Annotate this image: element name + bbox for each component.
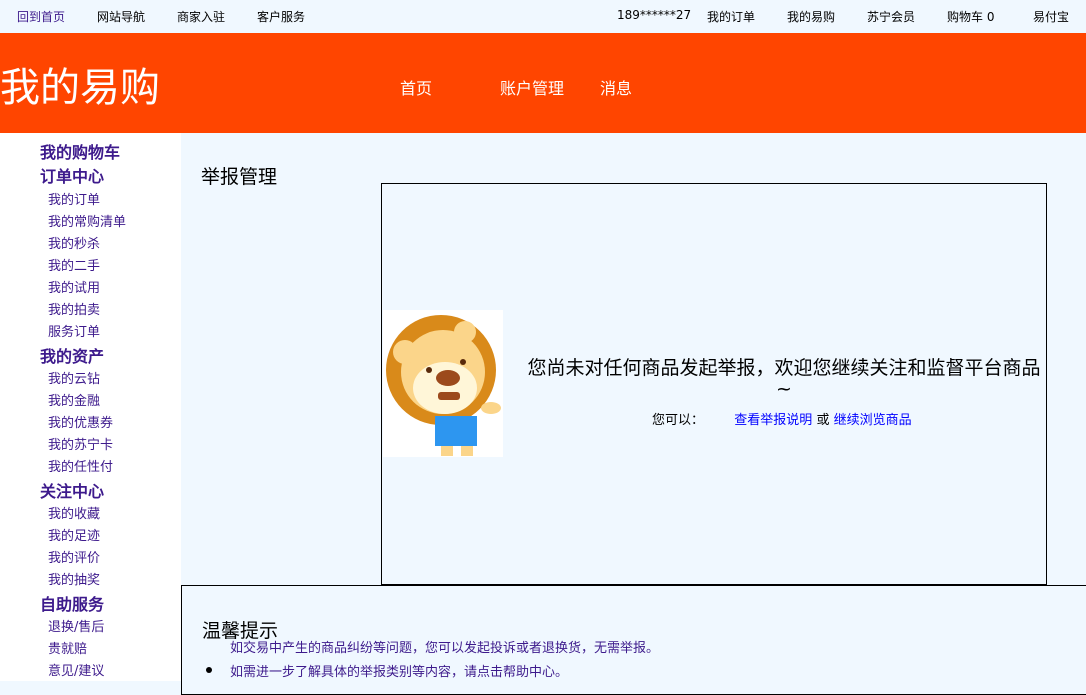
nav-messages[interactable]: 消息	[600, 75, 632, 99]
sidebar-item[interactable]: 我的优惠券	[48, 412, 113, 431]
sidebar-item[interactable]: 我的秒杀	[48, 233, 100, 252]
sidebar-item[interactable]: 我的云钻	[48, 368, 100, 387]
lion-mascot-image	[383, 310, 503, 457]
sidebar-heading[interactable]: 我的资产	[40, 343, 104, 367]
sidebar-heading[interactable]: 我的购物车	[40, 139, 120, 163]
tip-line: 如需进一步了解具体的举报类别等内容，请点击帮助中心。	[230, 665, 569, 680]
sidebar-item[interactable]: 我的任性付	[48, 456, 113, 475]
sidebar-item[interactable]: 我的拍卖	[48, 299, 100, 318]
sidebar-heading[interactable]: 关注中心	[40, 478, 104, 502]
nav-home[interactable]: 首页	[400, 75, 432, 99]
sidebar-item[interactable]: 我的常购清单	[48, 211, 126, 230]
tip-line: 如交易中产生的商品纠纷等问题，您可以发起投诉或者退换货，无需举报。	[230, 641, 660, 656]
link-my-orders[interactable]: 我的订单	[707, 8, 755, 25]
page-title: 举报管理	[201, 166, 278, 188]
top-bar: 回到首页 网站导航 商家入驻 客户服务 189******27 我的订单 我的易…	[0, 0, 1086, 33]
bullet-icon	[206, 667, 212, 673]
header: 我的易购 首页 账户管理 消息	[0, 33, 1086, 133]
sidebar-item[interactable]: 我的抽奖	[48, 569, 100, 588]
link-member[interactable]: 苏宁会员	[867, 8, 915, 25]
sidebar-item[interactable]: 退换/售后	[48, 616, 104, 635]
nav-account[interactable]: 账户管理	[500, 75, 564, 99]
link-my-yigou[interactable]: 我的易购	[787, 8, 835, 25]
sidebar-heading[interactable]: 自助服务	[40, 591, 104, 615]
sidebar-item[interactable]: 服务订单	[48, 321, 100, 340]
user-account[interactable]: 189******27	[617, 8, 691, 22]
tips-panel: 温馨提示 如交易中产生的商品纠纷等问题，您可以发起投诉或者退换货，无需举报。 如…	[181, 585, 1086, 695]
or-text: 或	[812, 413, 834, 428]
link-pay[interactable]: 易付宝	[1033, 8, 1069, 25]
sidebar-item[interactable]: 意见/建议	[48, 660, 104, 679]
suggestion-line: 您可以： 查看举报说明 或 继续浏览商品	[652, 409, 912, 428]
sidebar: 我的购物车 订单中心我的订单我的常购清单 我的秒杀我的二手我的试用我的拍卖服务订单我…	[0, 133, 181, 681]
link-site-nav[interactable]: 网站导航	[97, 8, 145, 25]
sidebar-item[interactable]: 我的二手	[48, 255, 100, 274]
sidebar-item[interactable]: 我的收藏	[48, 503, 100, 522]
logo[interactable]: 我的易购	[0, 55, 160, 113]
sidebar-item[interactable]: 我的订单	[48, 189, 100, 208]
sidebar-item[interactable]: 贵就赔	[48, 638, 87, 657]
sidebar-item[interactable]: 我的苏宁卡	[48, 434, 113, 453]
link-service[interactable]: 客户服务	[257, 8, 305, 25]
link-cart[interactable]: 购物车 0	[947, 8, 994, 25]
sidebar-item[interactable]: 我的足迹	[48, 525, 100, 544]
sidebar-item[interactable]: 我的金融	[48, 390, 100, 409]
link-merchant[interactable]: 商家入驻	[177, 8, 225, 25]
you-can-label: 您可以：	[652, 413, 705, 428]
link-home[interactable]: 回到首页	[17, 8, 65, 25]
sidebar-heading[interactable]: 订单中心	[40, 163, 104, 187]
empty-message: 您尚未对任何商品发起举报，欢迎您继续关注和监督平台商品~	[527, 357, 1041, 400]
browse-products-link[interactable]: 继续浏览商品	[834, 413, 912, 428]
sidebar-item[interactable]: 我的试用	[48, 277, 100, 296]
report-instructions-link[interactable]: 查看举报说明	[734, 413, 812, 428]
sidebar-item[interactable]: 我的评价	[48, 547, 100, 566]
report-empty-panel: 您尚未对任何商品发起举报，欢迎您继续关注和监督平台商品~ 您可以： 查看举报说明…	[381, 183, 1047, 585]
